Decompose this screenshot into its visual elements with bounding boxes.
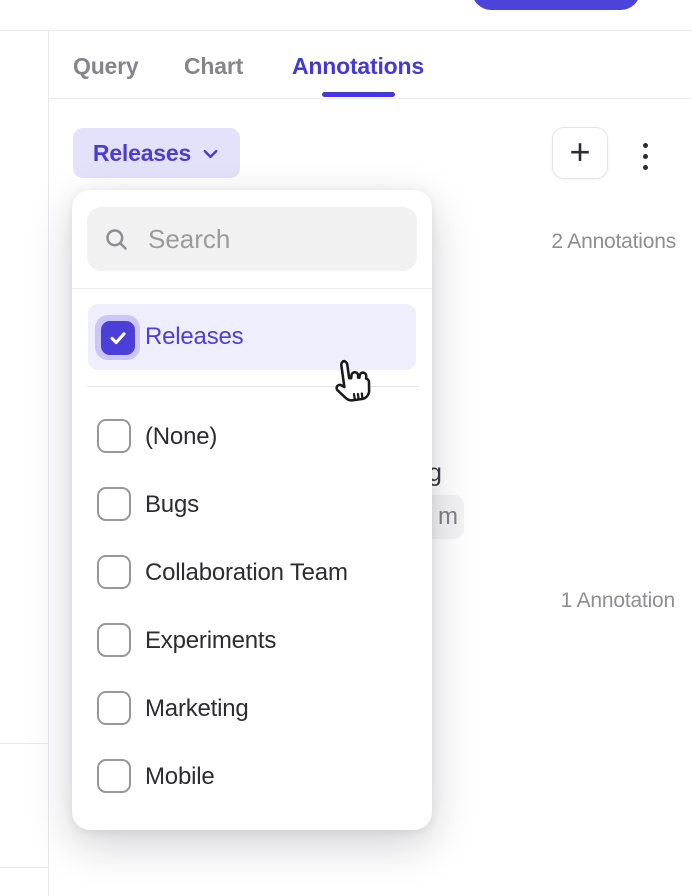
annotations-screen: Query Chart Annotations Releases + 2 Ann… [0, 0, 692, 896]
checkbox-unchecked[interactable] [97, 759, 131, 793]
left-background-column [0, 31, 49, 896]
filter-button-label: Releases [93, 140, 191, 167]
background-row-divider [0, 867, 49, 868]
dropdown-option-label: Experiments [145, 607, 276, 675]
annotation-count-bottom: 1 Annotation [561, 589, 675, 613]
chevron-down-icon [201, 144, 220, 163]
releases-dropdown-panel: Releases (None) Bugs Collaboration Team [72, 190, 432, 830]
dropdown-option-label: Marketing [145, 675, 249, 743]
dropdown-option[interactable]: (None) [72, 403, 432, 471]
checkbox-unchecked[interactable] [97, 691, 131, 725]
hand-pointer-cursor-icon [325, 353, 380, 411]
search-input[interactable] [148, 224, 483, 255]
search-icon [103, 226, 130, 253]
dropdown-search-box [87, 207, 417, 271]
tab-query[interactable]: Query [73, 53, 138, 80]
annotation-count-top: 2 Annotations [551, 230, 676, 254]
dropdown-option[interactable]: Bugs [72, 471, 432, 539]
dropdown-option-label: Bugs [145, 471, 199, 539]
dropdown-divider [72, 288, 432, 289]
background-row-divider [0, 743, 49, 744]
dropdown-option[interactable]: Experiments [72, 607, 432, 675]
kebab-menu-icon[interactable] [633, 134, 657, 178]
dropdown-option[interactable]: Marketing [72, 675, 432, 743]
add-annotation-button[interactable]: + [552, 127, 608, 179]
checkbox-unchecked[interactable] [97, 555, 131, 589]
checkbox-focus-ring [95, 315, 140, 360]
dropdown-option-label: (None) [145, 403, 217, 471]
checkbox-unchecked[interactable] [97, 419, 131, 453]
checkbox-unchecked[interactable] [97, 487, 131, 521]
tab-annotations[interactable]: Annotations [292, 53, 424, 80]
plus-icon: + [569, 134, 590, 170]
dropdown-option-label: Releases [145, 304, 243, 370]
dropdown-option[interactable]: Collaboration Team [72, 539, 432, 607]
dropdown-options-list: (None) Bugs Collaboration Team Experimen… [72, 403, 432, 811]
tab-bar: Query Chart Annotations [50, 31, 692, 99]
dropdown-option-label: Mobile [145, 743, 215, 811]
releases-filter-dropdown-button[interactable]: Releases [73, 128, 240, 178]
dropdown-option-label: Collaboration Team [145, 539, 348, 607]
primary-action-button-partial[interactable] [472, 0, 640, 10]
checkbox-checked[interactable] [101, 321, 135, 355]
tab-chart[interactable]: Chart [184, 53, 243, 80]
checkbox-unchecked[interactable] [97, 623, 131, 657]
dropdown-option[interactable]: Mobile [72, 743, 432, 811]
active-tab-indicator [322, 92, 395, 97]
check-icon [107, 327, 129, 349]
